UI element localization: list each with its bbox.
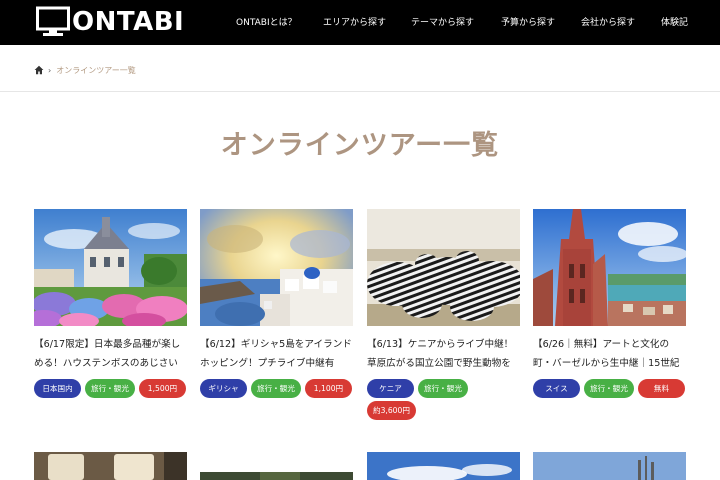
breadcrumb-current: オンラインツアー一覧 <box>56 65 136 75</box>
tag-list: ケニア 旅行・観光 約3,600円 <box>367 379 520 420</box>
breadcrumb-separator: › <box>48 65 52 75</box>
tour-image[interactable] <box>200 472 353 480</box>
nav-budget[interactable]: 予算から探す <box>501 15 555 28</box>
nav-theme[interactable]: テーマから探す <box>411 15 474 28</box>
region-tag[interactable]: ギリシャ <box>200 379 247 398</box>
theme-tag[interactable]: 旅行・観光 <box>584 379 634 398</box>
region-tag[interactable]: 日本国内 <box>34 379 81 398</box>
header-divider <box>0 91 720 92</box>
tag-list: ギリシャ 旅行・観光 1,100円 <box>200 379 353 398</box>
price-tag[interactable]: 無料 <box>637 379 685 398</box>
tour-title[interactable]: 【6/17限定】日本最多品種が楽しめる！ハウステンボスのあじさい祭… <box>34 335 187 373</box>
tag-list: スイス 旅行・観光 無料 <box>533 379 686 398</box>
nav-report[interactable]: 体験記 <box>661 15 688 28</box>
price-tag[interactable]: 約3,600円 <box>367 401 416 420</box>
region-tag[interactable]: ケニア <box>367 379 414 398</box>
price-tag[interactable]: 1,100円 <box>304 379 352 398</box>
tour-card[interactable]: 【6/12】ギリシャ5島をアイランドホッピング！プチライブ中継有り！ ギリシャ … <box>200 209 353 398</box>
tour-image[interactable] <box>533 209 686 326</box>
tour-title[interactable]: 【6/26｜無料】アートと文化の町・バーゼルから生中継｜15世紀の古… <box>533 335 686 373</box>
tour-image[interactable] <box>367 209 520 326</box>
nav-area[interactable]: エリアから探す <box>323 15 386 28</box>
breadcrumb: › オンラインツアー一覧 <box>34 64 136 76</box>
nav-company[interactable]: 会社から探す <box>581 15 635 28</box>
theme-tag[interactable]: 旅行・観光 <box>85 379 135 398</box>
price-tag[interactable]: 1,500円 <box>138 379 186 398</box>
page-title: オンラインツアー一覧 <box>220 130 500 161</box>
theme-tag[interactable]: 旅行・観光 <box>418 379 468 398</box>
tag-list: 日本国内 旅行・観光 1,500円 <box>34 379 187 398</box>
region-tag[interactable]: スイス <box>533 379 580 398</box>
tour-title[interactable]: 【6/13】ケニアからライブ中継！草原広がる国立公園で野生動物を見… <box>367 335 520 373</box>
tour-card[interactable]: 【6/26｜無料】アートと文化の町・バーゼルから生中継｜15世紀の古… スイス … <box>533 209 686 398</box>
tour-image[interactable] <box>533 452 686 480</box>
tour-title[interactable]: 【6/12】ギリシャ5島をアイランドホッピング！プチライブ中継有り！ <box>200 335 353 373</box>
home-icon[interactable] <box>34 65 44 75</box>
tour-card[interactable]: 【6/13】ケニアからライブ中継！草原広がる国立公園で野生動物を見… ケニア 旅… <box>367 209 520 420</box>
site-header: ONTABI ONTABIとは？ エリアから探す テーマから探す 予算から探す … <box>0 0 720 45</box>
tour-image[interactable] <box>200 209 353 326</box>
tour-image[interactable] <box>34 452 187 480</box>
theme-tag[interactable]: 旅行・観光 <box>251 379 301 398</box>
tour-card[interactable]: 【6/17限定】日本最多品種が楽しめる！ハウステンボスのあじさい祭… 日本国内 … <box>34 209 187 398</box>
tour-image[interactable] <box>34 209 187 326</box>
main-nav: ONTABIとは？ エリアから探す テーマから探す 予算から探す 会社から探す … <box>0 0 720 45</box>
tour-image[interactable] <box>367 452 520 480</box>
nav-about[interactable]: ONTABIとは？ <box>236 15 297 28</box>
